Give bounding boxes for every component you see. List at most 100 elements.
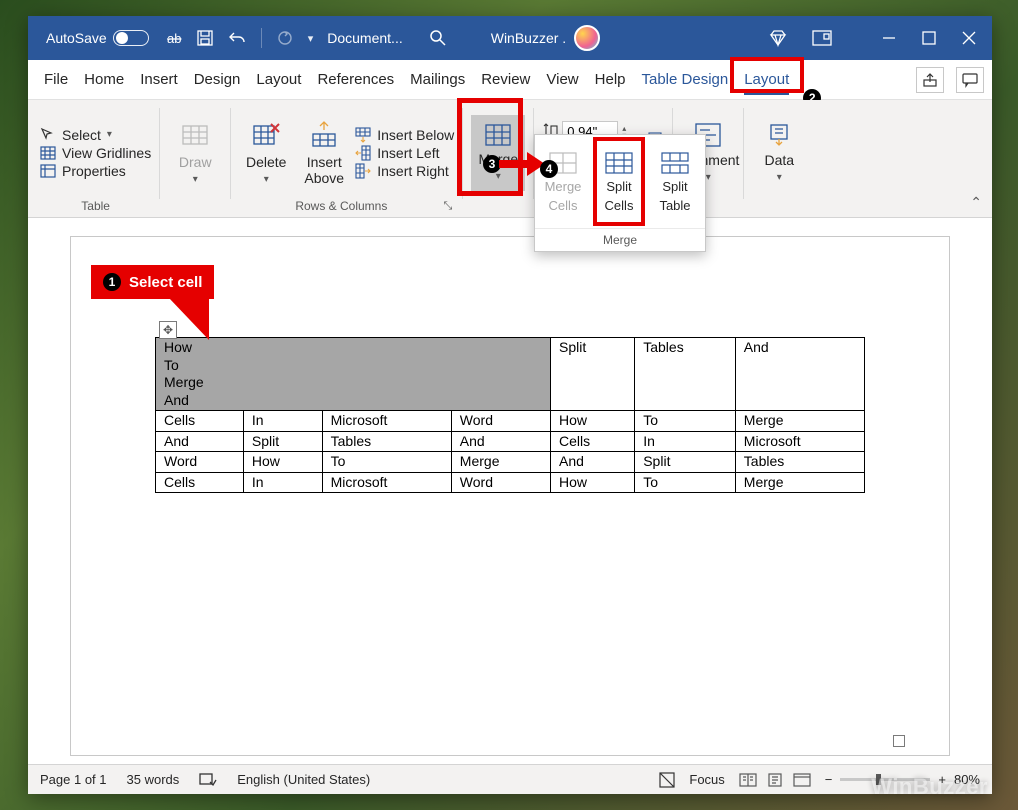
- table-row: AndSplitTablesAndCellsInMicrosoft: [156, 431, 865, 452]
- annotation-step3-box: [457, 98, 523, 196]
- table-move-handle-icon[interactable]: ✥: [159, 321, 177, 339]
- table-row: How To Merge And Split Tables And: [156, 338, 865, 411]
- group-table-label: Table: [40, 197, 151, 215]
- toggle-off-icon: [113, 30, 149, 46]
- undo-icon[interactable]: [227, 30, 247, 46]
- maximize-button[interactable]: [922, 31, 936, 45]
- brand-label: WinBuzzer .: [491, 30, 566, 46]
- status-language[interactable]: English (United States): [237, 772, 370, 787]
- titlebar-right: [768, 28, 988, 48]
- zoom-in-icon[interactable]: +: [938, 772, 946, 787]
- minimize-button[interactable]: [882, 31, 896, 45]
- tab-review[interactable]: Review: [473, 65, 538, 94]
- table-cell[interactable]: Tables: [635, 338, 736, 411]
- draw-button: Draw▾: [168, 115, 222, 191]
- document-title: Document...: [327, 30, 402, 46]
- ribbon-tabs: File Home Insert Design Layout Reference…: [28, 60, 992, 100]
- zoom-slider[interactable]: [840, 778, 930, 781]
- app-window: AutoSave ab ▾ Document... WinBuzzer .: [28, 16, 992, 794]
- qat-more-icon[interactable]: ▾: [308, 32, 314, 45]
- tab-layout[interactable]: Layout: [248, 65, 309, 94]
- tab-help[interactable]: Help: [587, 65, 634, 94]
- group-rows-columns: Delete▾ Insert Above Insert Below Insert…: [231, 104, 462, 217]
- save-icon[interactable]: [197, 30, 213, 46]
- insert-above-button[interactable]: Insert Above: [297, 115, 351, 191]
- collapse-ribbon-icon[interactable]: ⌃: [970, 194, 982, 211]
- spell-check-icon[interactable]: [199, 772, 217, 788]
- share-button[interactable]: [916, 67, 944, 93]
- insert-left-button[interactable]: Insert Left: [355, 145, 439, 161]
- status-focus[interactable]: Focus: [689, 772, 724, 787]
- quick-access-toolbar: ab ▾: [167, 28, 314, 48]
- split-table-item[interactable]: SplitTable: [647, 135, 703, 228]
- tab-references[interactable]: References: [309, 65, 402, 94]
- table-cell[interactable]: And: [735, 338, 864, 411]
- insert-above-label: Insert Above: [304, 154, 344, 186]
- status-page[interactable]: Page 1 of 1: [40, 772, 107, 787]
- tab-table-layout[interactable]: Layout 2: [736, 65, 797, 94]
- zoom-value[interactable]: 80%: [954, 772, 980, 787]
- close-button[interactable]: [962, 31, 976, 45]
- table-row: CellsInMicrosoftWordHowToMerge: [156, 411, 865, 432]
- window-buttons: [882, 31, 976, 45]
- annotation-step3-arrow: 3: [483, 152, 545, 176]
- table-row: WordHowToMergeAndSplitTables: [156, 452, 865, 473]
- select-button[interactable]: Select▾: [40, 127, 112, 143]
- annotation-step1-badge: 1: [103, 273, 121, 291]
- tab-design[interactable]: Design: [186, 65, 249, 94]
- tab-mailings[interactable]: Mailings: [402, 65, 473, 94]
- document-area[interactable]: 1 Select cell ✥ How To Merge And Split T…: [28, 218, 992, 764]
- properties-button[interactable]: Properties: [40, 163, 126, 179]
- split-cells-item[interactable]: SplitCells: [591, 135, 647, 228]
- annotation-step2-box: [730, 57, 804, 93]
- search-icon[interactable]: [429, 29, 447, 47]
- rows-cols-launcher-icon[interactable]: ⤡: [443, 200, 454, 213]
- table-cell[interactable]: Split: [551, 338, 635, 411]
- account-area[interactable]: WinBuzzer .: [491, 25, 600, 51]
- autosave-toggle[interactable]: AutoSave: [46, 30, 149, 46]
- merge-dropdown-footer: Merge: [535, 228, 705, 251]
- annotation-step4-badge: 4: [540, 160, 558, 178]
- tab-file[interactable]: File: [36, 65, 76, 94]
- group-rows-columns-label: Rows & Columns: [239, 197, 443, 215]
- title-bar: AutoSave ab ▾ Document... WinBuzzer .: [28, 16, 992, 60]
- zoom-control[interactable]: − + 80%: [825, 772, 980, 787]
- insert-right-button[interactable]: Insert Right: [355, 163, 449, 179]
- strike-icon[interactable]: ab: [167, 30, 183, 46]
- comments-button[interactable]: [956, 67, 984, 93]
- redo-icon[interactable]: [276, 29, 294, 47]
- status-bar: Page 1 of 1 35 words English (United Sta…: [28, 764, 992, 794]
- zoom-out-icon[interactable]: −: [825, 772, 833, 787]
- group-draw: Draw▾: [160, 104, 230, 217]
- tab-table-design[interactable]: Table Design: [634, 65, 737, 94]
- diamond-icon[interactable]: [768, 28, 788, 48]
- annotation-step1-text: Select cell: [129, 274, 202, 291]
- app-mode-icon[interactable]: [812, 29, 832, 47]
- qat-separator: [261, 28, 262, 48]
- annotation-step1: 1 Select cell: [91, 265, 214, 340]
- status-words[interactable]: 35 words: [127, 772, 180, 787]
- document-table[interactable]: How To Merge And Split Tables And CellsI…: [155, 337, 865, 493]
- tabs-right-icons: [916, 67, 984, 93]
- read-mode-icon[interactable]: [739, 773, 757, 787]
- web-layout-icon[interactable]: [793, 773, 811, 787]
- avatar-icon: [574, 25, 600, 51]
- tab-home[interactable]: Home: [76, 65, 132, 94]
- data-button[interactable]: Data▾: [752, 115, 806, 191]
- print-layout-icon[interactable]: [767, 773, 783, 787]
- view-gridlines-button[interactable]: View Gridlines: [40, 145, 151, 161]
- tab-view[interactable]: View: [538, 65, 586, 94]
- insert-below-button[interactable]: Insert Below: [355, 127, 454, 143]
- svg-text:ab: ab: [167, 31, 181, 46]
- view-buttons: [739, 773, 811, 787]
- delete-button[interactable]: Delete▾: [239, 115, 293, 191]
- document-page: 1 Select cell ✥ How To Merge And Split T…: [70, 236, 950, 756]
- autosave-label: AutoSave: [46, 30, 107, 46]
- display-settings-icon[interactable]: [659, 772, 675, 788]
- table-row: CellsInMicrosoftWordHowToMerge: [156, 472, 865, 493]
- group-data: Data▾: [744, 104, 814, 217]
- tab-insert[interactable]: Insert: [132, 65, 186, 94]
- table-resize-handle-icon[interactable]: [893, 735, 905, 747]
- group-table: Select▾ View Gridlines Properties Table: [32, 104, 159, 217]
- merged-cell[interactable]: How To Merge And: [156, 338, 551, 411]
